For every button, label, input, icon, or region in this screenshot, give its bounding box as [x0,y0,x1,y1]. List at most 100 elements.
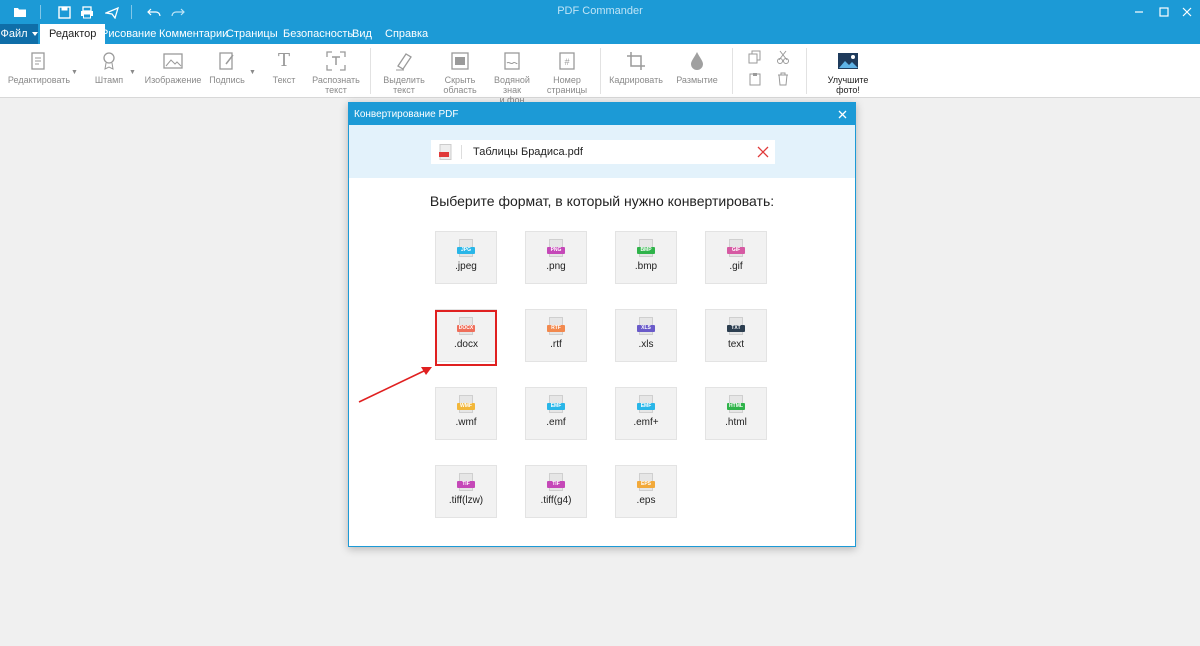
highlighter-icon [393,50,415,72]
file-format-icon: RTF [547,317,565,335]
crop-button[interactable]: Кадрировать [609,50,663,85]
stamp-label: Штамп [94,75,124,85]
image-label: Изображение [144,75,202,85]
edit-dropdown-icon[interactable]: ▼ [71,69,78,76]
format-badge: TXT [727,325,745,332]
blur-button[interactable]: Размытие [674,50,720,85]
file-name: Таблицы Брадиса.pdf [473,146,583,158]
hash-page-icon: # [556,50,578,72]
format-label: .tiff(lzw) [448,495,484,506]
format-option[interactable]: HTML .html [705,387,767,440]
convert-pdf-dialog: Конвертирование PDF Таблицы Брадиса.pdf … [348,102,856,547]
page-number-button[interactable]: # Номер страницы [544,50,590,95]
close-icon[interactable] [833,105,851,123]
format-badge: RTF [547,325,565,332]
remove-file-icon[interactable] [755,144,771,160]
tab-security[interactable]: Безопасность [283,24,353,44]
stamp-dropdown-icon[interactable]: ▼ [129,69,136,76]
format-option[interactable]: RTF .rtf [525,309,587,362]
format-label: .html [725,417,747,428]
paste-icon[interactable] [748,72,762,86]
file-format-icon: BMP [637,239,655,257]
format-label: .eps [636,495,656,506]
image-button[interactable]: Изображение [144,50,202,85]
tab-comments[interactable]: Комментарии [159,24,228,44]
dialog-title: Конвертирование PDF [354,108,459,120]
format-label: .emf [546,417,566,428]
sign-button[interactable]: Подпись [209,50,245,85]
enhance-label: Улучшите фото! [827,75,869,95]
format-option[interactable]: BMP .bmp [615,231,677,284]
stamp-icon [98,50,120,72]
text-button[interactable]: T Текст [270,50,298,86]
text-label: Текст [272,75,296,85]
watermark-button[interactable]: Водяной знак и фон [484,50,540,105]
title-bar: PDF Commander [0,0,1200,24]
edit-doc-icon [28,50,50,72]
format-badge: EMF [547,403,565,410]
enhance-photo-button[interactable]: Улучшите фото! [816,50,880,95]
recognize-text-button[interactable]: Распознать текст [310,50,362,95]
format-option[interactable]: JPG .jpeg [435,231,497,284]
sign-label: Подпись [209,75,245,85]
format-option[interactable]: TIF .tiff(g4) [525,465,587,518]
tab-editor[interactable]: Редактор [40,24,106,44]
copy-icon[interactable] [748,50,762,64]
file-format-icon: TXT [727,317,745,335]
format-option[interactable]: TXT text [705,309,767,362]
format-prompt: Выберите формат, в который нужно конверт… [429,193,775,209]
file-menu[interactable]: Файл [0,24,38,44]
hide-area-button[interactable]: Скрыть область [438,50,482,95]
delete-icon[interactable] [776,72,790,86]
format-badge: BMP [637,247,655,254]
format-option[interactable]: GIF .gif [705,231,767,284]
format-option[interactable]: WMF .wmf [435,387,497,440]
stamp-button[interactable]: Штамп [92,50,126,85]
tab-pages[interactable]: Страницы [226,24,278,44]
format-option[interactable]: XLS .xls [615,309,677,362]
tab-help[interactable]: Справка [385,24,428,44]
sign-dropdown-icon[interactable]: ▼ [249,69,256,76]
cut-icon[interactable] [776,50,790,64]
format-label: .wmf [455,417,477,428]
maximize-icon[interactable] [1154,2,1174,22]
ribbon-toolbar: Редактировать ▼ Штамп ▼ Изображение Подп… [0,44,1200,105]
file-format-icon: EPS [637,473,655,491]
pdf-file-icon [439,144,453,165]
crop-label: Кадрировать [609,75,663,85]
close-window-icon[interactable] [1177,2,1197,22]
format-label: .jpeg [455,261,477,272]
select-text-button[interactable]: Выделить текст [382,50,426,95]
edit-label: Редактировать [7,75,71,85]
edit-button[interactable]: Редактировать [7,50,71,85]
blur-label: Размытие [676,75,718,85]
window-title: PDF Commander [557,5,643,17]
format-option[interactable]: EMF .emf+ [615,387,677,440]
droplet-icon [686,50,708,72]
format-option[interactable]: EMF .emf [525,387,587,440]
docx-highlight-box [435,310,497,366]
file-format-icon: EMF [637,395,655,413]
crop-icon [625,50,647,72]
file-format-icon: HTML [727,395,745,413]
image-icon [162,50,184,72]
format-label: text [727,339,745,350]
format-badge: HTML [727,403,745,410]
format-option[interactable]: PNG .png [525,231,587,284]
format-badge: PNG [547,247,565,254]
tab-view[interactable]: Вид [352,24,372,44]
menu-bar: Файл Редактор Рисование Комментарии Стра… [0,24,1200,44]
format-option[interactable]: EPS .eps [615,465,677,518]
format-badge: EMF [637,403,655,410]
minimize-icon[interactable] [1129,2,1149,22]
dialog-header: Конвертирование PDF [349,103,855,125]
format-badge: XLS [637,325,655,332]
tab-drawing[interactable]: Рисование [101,24,156,44]
hide-area-icon [449,50,471,72]
file-format-icon: GIF [727,239,745,257]
pagenum-label-1: Номер [553,75,581,85]
format-label: .xls [638,339,654,350]
format-option[interactable]: TIF .tiff(lzw) [435,465,497,518]
file-format-icon: JPG [457,239,475,257]
file-menu-label: Файл [0,28,28,40]
